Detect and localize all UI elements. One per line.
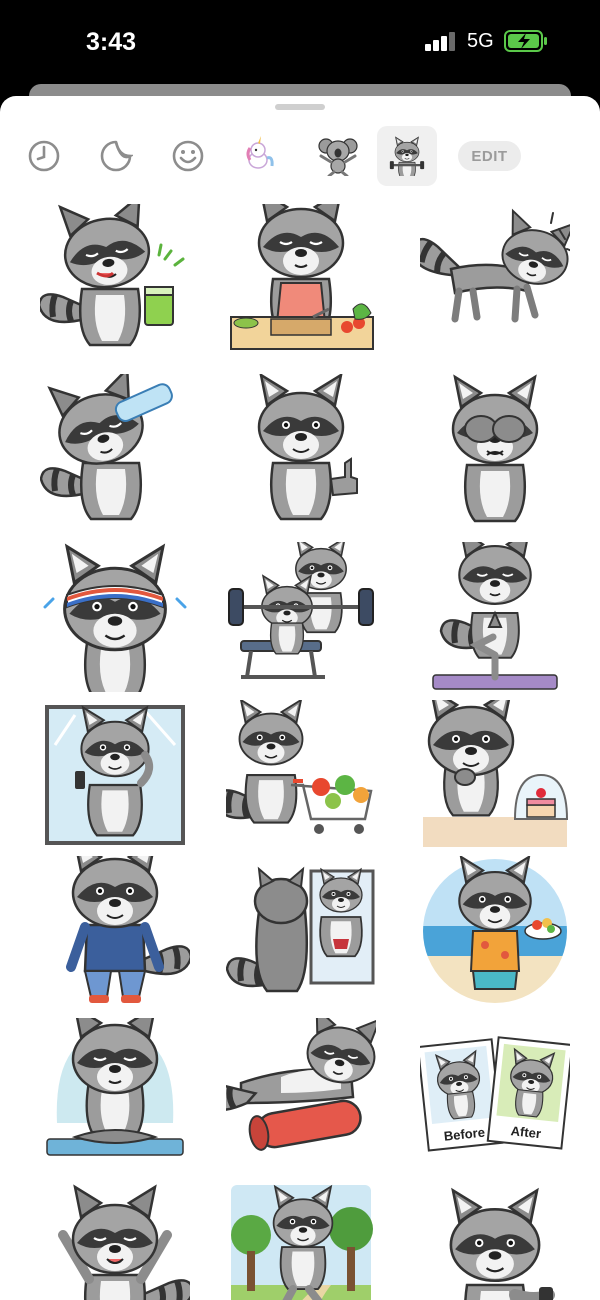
tab-raccoon-pack[interactable]	[377, 126, 437, 186]
sticker-sour-juice[interactable]	[40, 204, 190, 354]
raccoon-icon	[389, 136, 425, 176]
tab-koala-pack[interactable]	[308, 126, 368, 186]
sticker-beach-fruit[interactable]	[420, 856, 570, 1006]
tab-stickers[interactable]	[86, 126, 146, 186]
battery-charging-icon	[504, 30, 548, 52]
edit-button[interactable]: EDIT	[458, 141, 521, 171]
sticker-meditation[interactable]	[40, 1018, 190, 1168]
smiley-icon	[172, 140, 204, 172]
sheet-grabber[interactable]	[275, 104, 325, 110]
tab-unicorn-pack[interactable]	[228, 126, 288, 186]
sticker-drinking-water[interactable]	[40, 374, 190, 524]
sticker-cheering[interactable]	[40, 1180, 190, 1300]
network-type: 5G	[467, 30, 494, 52]
sticker-sport-suit[interactable]	[40, 856, 190, 1006]
sticker-peel-icon	[100, 140, 133, 172]
sticker-watch-check[interactable]	[420, 1180, 570, 1300]
sticker-sheet: EDIT Before After	[0, 96, 600, 1300]
clock-time: 3:43	[86, 28, 137, 56]
sticker-sore-stretch[interactable]	[420, 204, 570, 354]
unicorn-icon	[246, 136, 274, 169]
koala-icon	[318, 138, 358, 176]
sticker-cake-temptation[interactable]	[420, 700, 570, 850]
sticker-before-after[interactable]: Before After	[420, 1018, 570, 1168]
cellular-signal-icon	[425, 31, 459, 51]
sticker-mirror-muscles[interactable]	[226, 856, 376, 1006]
sticker-cooking-salad[interactable]	[226, 204, 376, 354]
sticker-yoga-tree-pose[interactable]	[420, 542, 570, 692]
clock-icon	[28, 140, 60, 172]
status-bar: 3:43 5G	[0, 0, 600, 84]
sticker-shopping-cart[interactable]	[226, 700, 376, 850]
sticker-headband-sweat[interactable]	[40, 542, 190, 692]
tab-emoji[interactable]	[158, 126, 218, 186]
sticker-mirror-selfie[interactable]	[40, 700, 190, 850]
sticker-foam-roller[interactable]	[226, 1018, 376, 1168]
after-label: After	[510, 1123, 542, 1141]
sticker-bench-press[interactable]	[226, 542, 376, 692]
sticker-forest-run[interactable]	[226, 1180, 376, 1300]
sticker-thumbs-up[interactable]	[226, 374, 376, 524]
sticker-facepalm[interactable]	[420, 374, 570, 524]
tab-recents[interactable]	[14, 126, 74, 186]
